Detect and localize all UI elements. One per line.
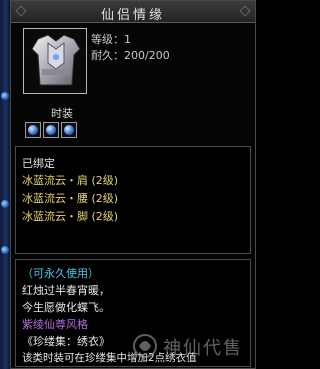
- window-title: 仙侣情缘: [100, 8, 165, 23]
- item-tooltip-panel: 仙侣情缘 等级：1 耐久：200/200 时装 已绑定 冰蓝流云・肩 (2级) …: [10, 0, 256, 369]
- poem-line-1: 红烛过半春宵暖，: [22, 284, 110, 297]
- item-durability: 耐久：200/200: [91, 49, 170, 62]
- orb-icon: [1, 92, 9, 100]
- orb-icon: [1, 246, 9, 254]
- bound-set-box: 已绑定 冰蓝流云・肩 (2级) 冰蓝流云・腰 (2级) 冰蓝流云・脚 (2级): [15, 146, 251, 254]
- watermark-logo-icon: [133, 334, 157, 358]
- collection-name: 《珍缕集：绣衣》: [22, 335, 110, 348]
- title-bar: 仙侣情缘: [11, 1, 255, 23]
- orb-icon: [1, 200, 9, 208]
- item-level: 等级：1: [91, 33, 131, 46]
- item-icon-slot[interactable]: [23, 28, 87, 94]
- set-part-shoulder: 冰蓝流云・肩 (2级): [22, 174, 119, 187]
- blue-gem-icon[interactable]: [25, 122, 41, 138]
- fashion-label: 时装: [51, 107, 73, 120]
- left-edge-decoration: [0, 0, 10, 369]
- silver-armor-icon: [31, 34, 81, 86]
- watermark: 神仙代售: [131, 332, 251, 362]
- set-part-waist: 冰蓝流云・腰 (2级): [22, 192, 119, 205]
- style-name: 紫绫仙尊风格: [22, 318, 88, 331]
- usage-note: （可永久使用）: [22, 267, 99, 280]
- watermark-text: 神仙代售: [163, 338, 243, 359]
- set-part-feet: 冰蓝流云・脚 (2级): [22, 210, 119, 223]
- blue-gem-icon[interactable]: [61, 122, 77, 138]
- bound-status: 已绑定: [22, 157, 55, 170]
- blue-gem-icon[interactable]: [43, 122, 59, 138]
- poem-line-2: 今生愿做化蝶飞。: [22, 301, 110, 314]
